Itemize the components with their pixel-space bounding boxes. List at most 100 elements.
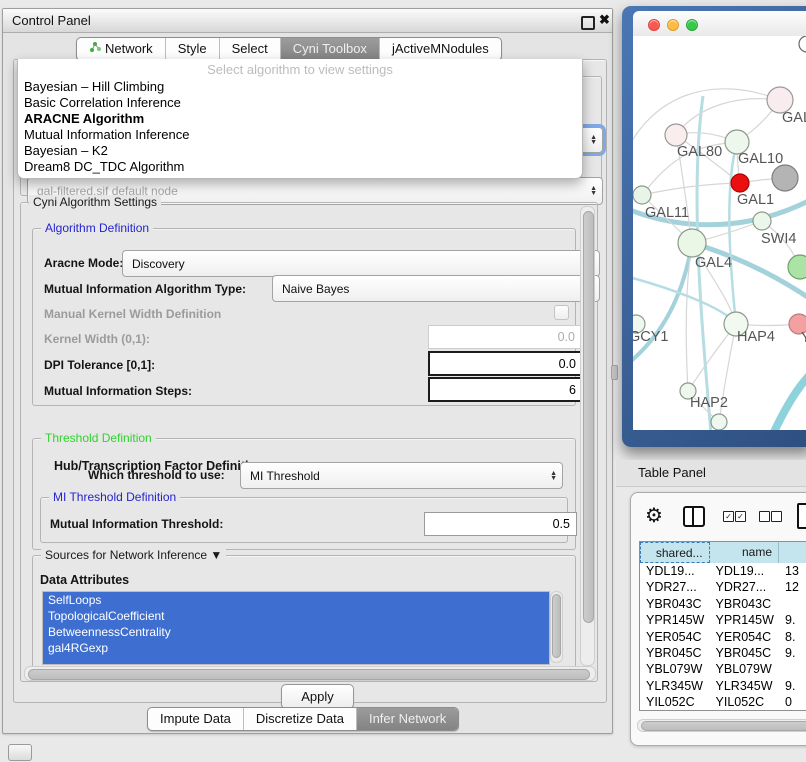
tab-style[interactable]: Style [165,38,219,60]
algorithm-option[interactable]: Basic Correlation Inference [18,95,582,111]
attribute-list-item[interactable]: TopologicalCoefficient [43,608,549,624]
select-all-checkbox-icon[interactable]: ✓ [723,511,734,522]
settings-vertical-scrollbar[interactable] [580,206,595,666]
table-cell[interactable]: YBR045C [710,645,780,661]
tab-select[interactable]: Select [219,38,280,60]
network-node-gal4[interactable] [678,229,706,257]
network-node[interactable] [788,255,806,279]
close-icon[interactable]: ✖ [599,12,610,28]
attribute-list-item[interactable]: BetweennessCentrality [43,624,549,640]
mac-close-button[interactable] [648,19,660,31]
attribute-list-item[interactable]: gal4RGexp [43,640,549,656]
network-node[interactable] [772,165,798,191]
table-column-header[interactable]: A [779,542,806,563]
collapsed-panel-button[interactable] [8,744,32,761]
table-column-header[interactable]: shared... [640,542,710,563]
table-cell[interactable]: 13 [779,563,806,579]
table-cell[interactable]: YBR045C [640,645,710,661]
table-cell[interactable] [779,661,806,677]
deselect-all-checkbox-icon[interactable] [771,511,782,522]
network-view-window[interactable]: GALGAL80GAL10GAL1GAL11SWI4GAL4GCY1HAP4YH… [622,6,806,447]
table-column-header[interactable]: name [710,542,779,563]
split-columns-icon[interactable] [683,506,705,527]
table-cell[interactable]: 0 [779,694,806,710]
network-node[interactable] [799,36,806,52]
table-cell[interactable]: YDL19... [710,563,780,579]
table-cell[interactable]: YIL052C [710,694,780,710]
attribute-list-item-partial[interactable] [43,656,549,664]
list-scrollbar-thumb[interactable] [552,594,561,658]
select-all-checkbox-icon[interactable]: ✓ [735,511,746,522]
table-cell[interactable]: YBL079W [710,661,780,677]
split-pane-grip[interactable] [611,365,618,380]
table-cell[interactable]: YBR043C [640,596,710,612]
mi-threshold-field[interactable]: 0.5 [424,512,577,536]
table-cell[interactable]: YER054C [640,629,710,645]
deselect-all-checkbox-icon[interactable] [759,511,770,522]
table-row[interactable]: YLR345WYLR345W9. [640,678,806,694]
table-cell[interactable]: 9. [779,678,806,694]
mac-zoom-button[interactable] [686,19,698,31]
tab-infer-network[interactable]: Infer Network [356,708,458,730]
table-cell[interactable]: YPR145W [710,612,780,628]
float-window-icon[interactable] [581,16,595,30]
table-cell[interactable]: YDR27... [710,579,780,595]
table-cell[interactable]: YLR345W [640,678,710,694]
table-cell[interactable]: YLR345W [710,678,780,694]
table-cell[interactable]: YER054C [710,629,780,645]
data-attributes-list[interactable]: SelfLoopsTopologicalCoefficientBetweenne… [42,591,550,665]
network-node-gal80[interactable] [665,124,687,146]
network-node[interactable] [711,414,727,430]
function-builder-icon[interactable] [797,503,806,529]
table-row[interactable]: YER054CYER054C8. [640,629,806,645]
table-cell[interactable]: YIL052C [640,694,710,710]
settings-horizontal-scrollbar-thumb[interactable] [28,669,590,680]
aracne-mode-combobox[interactable]: Discovery ▲▼ [122,250,600,277]
tab-jactivemnodules[interactable]: jActiveMNodules [379,38,501,60]
table-cell[interactable]: YBL079W [640,661,710,677]
table-cell[interactable]: 8. [779,629,806,645]
table-cell[interactable]: 12 [779,579,806,595]
algorithm-option[interactable]: Bayesian – K2 [18,143,582,159]
table-horizontal-scrollbar[interactable] [637,719,806,732]
table-cell[interactable]: 9. [779,612,806,628]
table-row[interactable]: YBR045CYBR045C9. [640,645,806,661]
mi-type-combobox[interactable]: Naive Bayes ▲▼ [272,275,600,302]
list-scrollbar[interactable] [550,591,563,663]
network-node-gal1[interactable] [731,174,749,192]
kernel-width-field[interactable]: 0.0 [428,325,582,349]
algorithm-option[interactable]: ARACNE Algorithm [18,111,582,127]
table-cell[interactable] [779,596,806,612]
mac-minimize-button[interactable] [667,19,679,31]
table-cell[interactable]: 9. [779,645,806,661]
table-row[interactable]: YBR043CYBR043C [640,596,806,612]
table-row[interactable]: YBL079WYBL079W [640,661,806,677]
table-cell[interactable]: YDL19... [640,563,710,579]
network-node-gal11[interactable] [633,186,651,204]
settings-horizontal-scrollbar[interactable] [24,666,596,681]
attribute-list-item[interactable]: SelfLoops [43,592,549,608]
tab-cyni-toolbox[interactable]: Cyni Toolbox [280,38,379,60]
apply-button[interactable]: Apply [281,684,354,709]
network-canvas[interactable]: GALGAL80GAL10GAL1GAL11SWI4GAL4GCY1HAP4YH… [633,36,806,430]
collapse-arrow-icon[interactable]: ▼ [207,548,222,562]
algorithm-option[interactable]: Dream8 DC_TDC Algorithm [18,159,582,175]
table-cell[interactable]: YBR043C [710,596,780,612]
table-row[interactable]: YPR145WYPR145W9. [640,612,806,628]
tab-discretize-data[interactable]: Discretize Data [243,708,356,730]
tab-impute-data[interactable]: Impute Data [148,708,243,730]
table-row[interactable]: YDR27...YDR27...12 [640,579,806,595]
manual-kernel-checkbox[interactable] [554,305,569,320]
settings-vertical-scrollbar-thumb[interactable] [583,211,594,623]
gear-icon[interactable]: ⚙ [645,505,663,527]
table-row[interactable]: YIL052CYIL052C0 [640,694,806,710]
network-node-swi4[interactable] [753,212,771,230]
table-cell[interactable]: YPR145W [640,612,710,628]
algorithm-option[interactable]: Bayesian – Hill Climbing [18,79,582,95]
which-threshold-combobox[interactable]: MI Threshold ▲▼ [240,462,563,489]
table-horizontal-scrollbar-thumb[interactable] [641,721,806,731]
tab-network[interactable]: Network [77,38,165,60]
table-row[interactable]: YDL19...YDL19...13 [640,563,806,579]
table-cell[interactable]: YDR27... [640,579,710,595]
algorithm-option[interactable]: Mutual Information Inference [18,127,582,143]
